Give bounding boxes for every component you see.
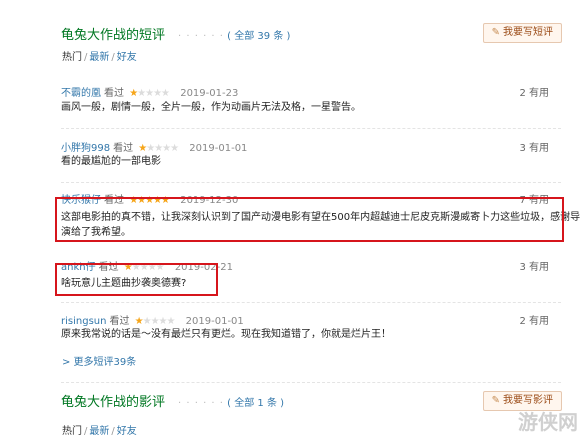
comment-date: 2019-01-01 [185,316,244,327]
comment-text: 画风一般，剧情一般，全片一般，作为动画片无法及格，一星警告。 [61,102,361,113]
star-icon: ★★★★ [146,143,179,154]
reviews-count[interactable]: · · · · · · ( 全部 1 条 ) [178,394,284,409]
write-comment-label: 我要写短评 [503,27,553,38]
watched-label: 看过 [113,143,134,154]
useful-count[interactable]: 3 有用 [519,139,549,154]
section-divider [61,382,561,383]
reviews-section: 龟兔大作战的影评 · · · · · · ( 全部 1 条 ) ✎ 我要写影评 热… [0,385,584,441]
write-comment-button[interactable]: ✎ 我要写短评 [482,23,562,43]
all-comments-link[interactable]: ( 全部 39 条 ) [227,31,290,42]
comment-item: 小胖狗998 看过 ★★★★★ 2019-01-01 3 有用 看的最尴尬的一部电… [61,139,561,179]
star-icon: ★ [129,88,138,99]
site-watermark: 游侠网 [518,410,578,434]
review-sort-tabs: 热门 / 最新 / 好友 [62,422,137,437]
short-comments-count[interactable]: · · · · · · ( 全部 39 条 ) [178,27,290,42]
watched-label: 看过 [104,88,124,99]
highlight-box-comment-4 [55,263,218,296]
watched-label: 看过 [109,316,130,327]
reviews-title: 龟兔大作战的影评 [61,395,166,410]
useful-count[interactable]: 2 有用 [519,84,549,99]
comment-meta: 小胖狗998 看过 ★★★★★ 2019-01-01 [61,139,247,154]
highlight-box-comment-3 [55,197,564,242]
comment-meta: risingsun 看过 ★★★★★ 2019-01-01 [61,312,244,327]
comment-date: 2019-01-23 [180,88,239,99]
comment-item: 不霸的凰 看过 ★★★★★ 2019-01-23 2 有用 画风一般，剧情一般，全… [61,84,561,124]
short-comments-section: 龟兔大作战的短评 · · · · · · ( 全部 39 条 ) ✎ 我要写短评 … [0,0,584,385]
comment-sort-tabs: 热门 / 最新 / 好友 [62,48,137,63]
sort-hot[interactable]: 热门 [62,52,82,63]
comment-text: 原来我常说的话是～没有最烂只有更烂。现在我知道错了，你就是烂片王！ [61,329,391,340]
comment-item: risingsun 看过 ★★★★★ 2019-01-01 2 有用 原来我常说的… [61,312,561,346]
short-comments-title: 龟兔大作战的短评 [61,28,166,43]
write-review-label: 我要写影评 [503,395,553,406]
pencil-icon: ✎ [491,395,500,406]
sort-separator: / [111,52,115,63]
star-icon: ★★★★ [142,316,176,327]
all-reviews-link[interactable]: ( 全部 1 条 ) [227,398,284,409]
comment-user[interactable]: risingsun [61,316,106,327]
title-dots: · · · · · · [178,31,224,42]
pencil-icon: ✎ [491,27,500,38]
star-icon: ★ [134,316,144,327]
sort-latest[interactable]: 最新 [89,52,109,63]
sort-friends[interactable]: 好友 [117,426,137,437]
comment-text: 看的最尴尬的一部电影 [61,156,161,167]
comment-user[interactable]: 小胖狗998 [61,143,110,154]
more-comments-link[interactable]: > 更多短评39条 [62,353,136,368]
title-dots: · · · · · · [178,398,224,409]
star-icon: ★★★★ [137,88,170,99]
sort-hot[interactable]: 热门 [62,426,82,437]
comment-date: 2019-01-01 [189,143,248,154]
sort-separator: / [111,426,115,437]
comment-meta: 不霸的凰 看过 ★★★★★ 2019-01-23 [61,84,238,99]
divider [61,182,561,183]
divider [61,302,561,303]
sort-latest[interactable]: 最新 [89,426,109,437]
rating-stars: ★★★★★ [129,88,170,99]
useful-count[interactable]: 3 有用 [519,258,549,273]
divider [61,128,561,129]
sort-friends[interactable]: 好友 [117,52,137,63]
rating-stars: ★★★★★ [134,316,176,327]
rating-stars: ★★★★★ [138,143,179,154]
comment-user[interactable]: 不霸的凰 [61,88,101,99]
useful-count[interactable]: 2 有用 [519,312,549,327]
